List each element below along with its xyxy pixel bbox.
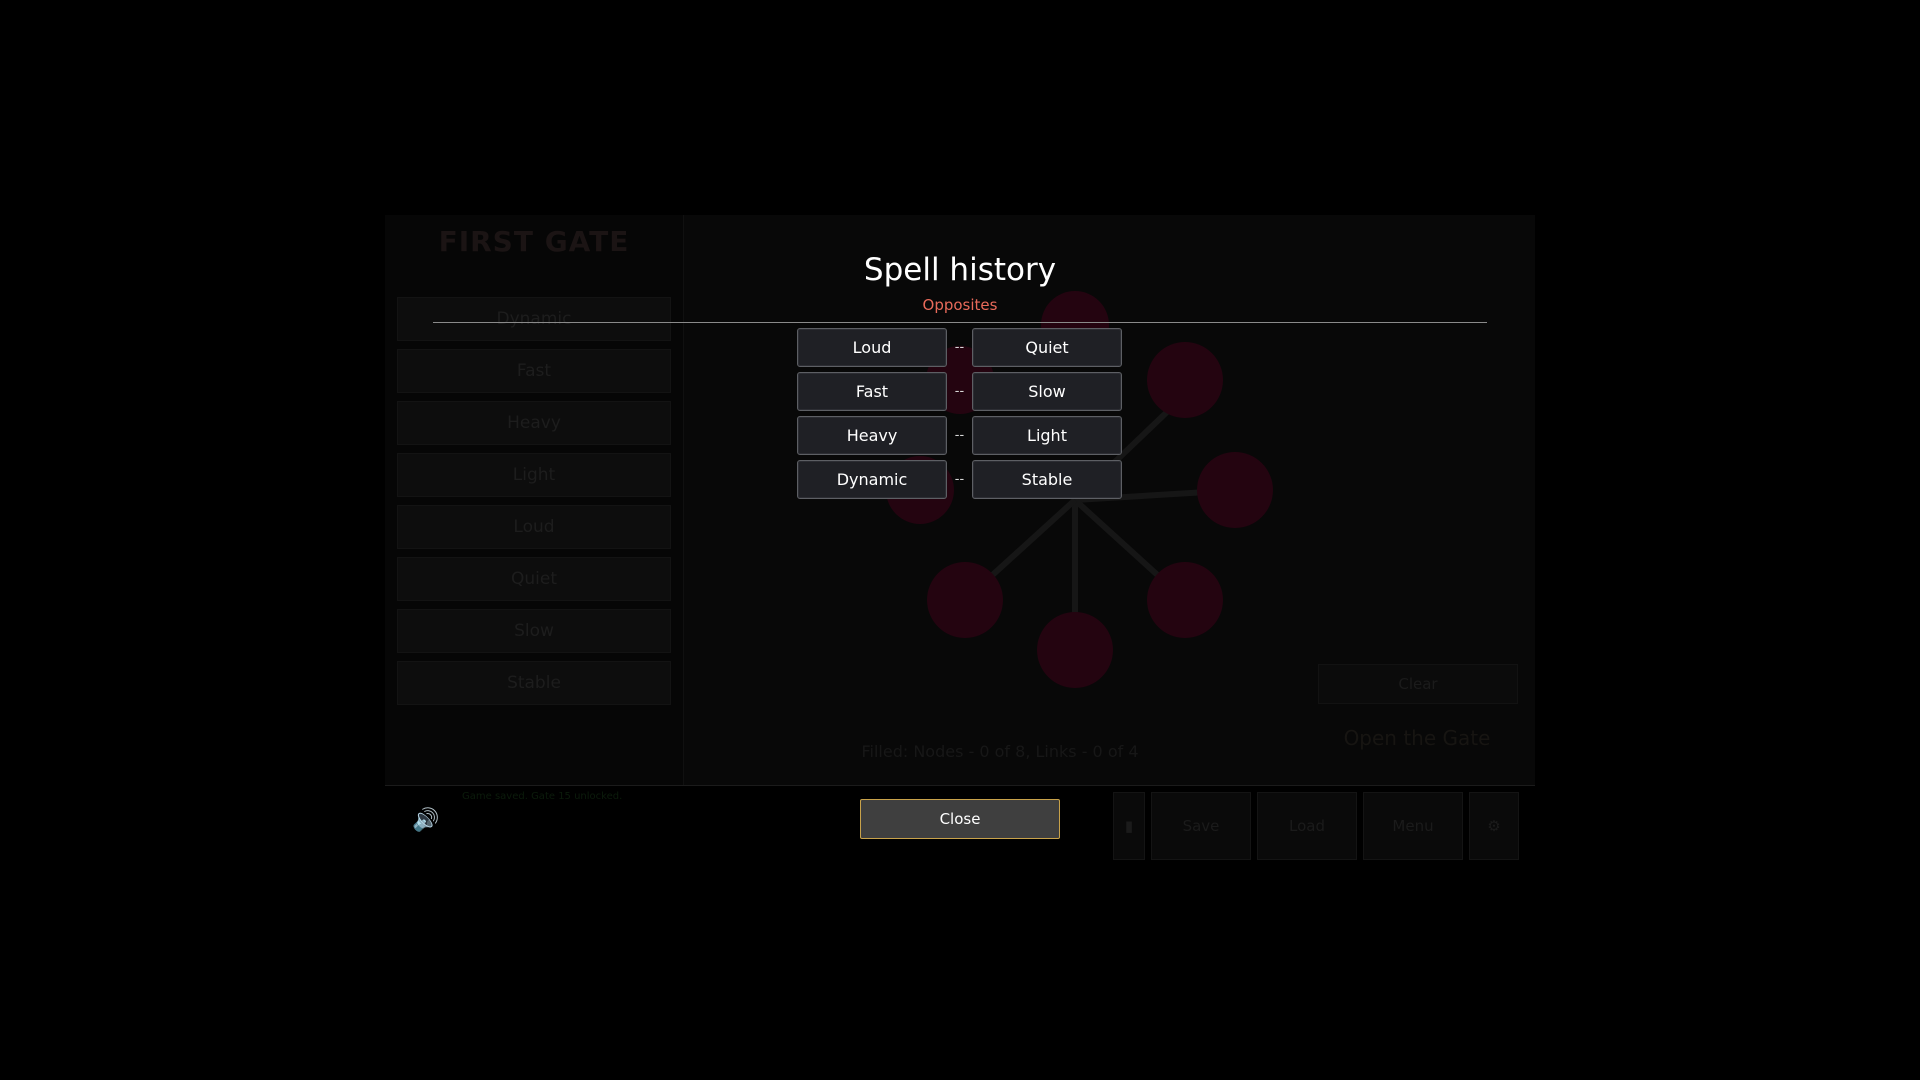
opposite-pairs: Loud -- Quiet Fast -- Slow Heavy -- Ligh…: [797, 328, 1122, 504]
menu-button[interactable]: Menu: [1363, 792, 1463, 860]
open-gate-button[interactable]: Open the Gate: [1318, 726, 1516, 750]
graph-node: [1197, 452, 1273, 528]
word-tile: Light: [397, 453, 671, 497]
word-tile: Fast: [397, 349, 671, 393]
word-tile: Stable: [397, 661, 671, 705]
settings-button[interactable]: ⚙: [1469, 792, 1519, 860]
pair-right-word[interactable]: Stable: [972, 460, 1122, 499]
save-button[interactable]: Save: [1151, 792, 1251, 860]
word-list: Dynamic Fast Heavy Light Loud Quiet Slow…: [397, 297, 671, 713]
word-tile: Heavy: [397, 401, 671, 445]
graph-node: [927, 562, 1003, 638]
pair-separator: --: [954, 340, 965, 355]
word-tile: Quiet: [397, 557, 671, 601]
graph-node: [1037, 612, 1113, 688]
modal-divider: [433, 322, 1487, 323]
trash-button[interactable]: ▮: [1113, 792, 1145, 860]
pair-row: Heavy -- Light: [797, 416, 1122, 455]
pair-left-word[interactable]: Heavy: [797, 416, 947, 455]
game-screen: FIRST GATE Dynamic Fast Heavy Light Loud…: [0, 0, 1920, 1080]
graph-node: [1147, 562, 1223, 638]
pair-separator: --: [954, 384, 965, 399]
word-tile: Loud: [397, 505, 671, 549]
word-tile: Slow: [397, 609, 671, 653]
pair-left-word[interactable]: Dynamic: [797, 460, 947, 499]
pair-row: Loud -- Quiet: [797, 328, 1122, 367]
pair-right-word[interactable]: Slow: [972, 372, 1122, 411]
pair-right-word[interactable]: Light: [972, 416, 1122, 455]
graph-node: [1147, 342, 1223, 418]
pair-left-word[interactable]: Loud: [797, 328, 947, 367]
modal-title: Spell history: [863, 252, 1057, 288]
filled-status: Filled: Nodes - 0 of 8, Links - 0 of 4: [861, 742, 1139, 761]
clear-button[interactable]: Clear: [1318, 664, 1518, 704]
close-button[interactable]: Close: [860, 799, 1060, 839]
pair-left-word[interactable]: Fast: [797, 372, 947, 411]
modal-subtitle: Opposites: [922, 296, 998, 314]
status-hint: Game saved. Gate 15 unlocked.: [462, 791, 623, 802]
speaker-icon[interactable]: 🔊: [412, 808, 442, 838]
pair-row: Dynamic -- Stable: [797, 460, 1122, 499]
pair-separator: --: [954, 472, 965, 487]
pair-row: Fast -- Slow: [797, 372, 1122, 411]
load-button[interactable]: Load: [1257, 792, 1357, 860]
pair-right-word[interactable]: Quiet: [972, 328, 1122, 367]
bottom-toolbar: ▮ Save Load Menu ⚙: [1113, 792, 1519, 860]
pair-separator: --: [954, 428, 965, 443]
